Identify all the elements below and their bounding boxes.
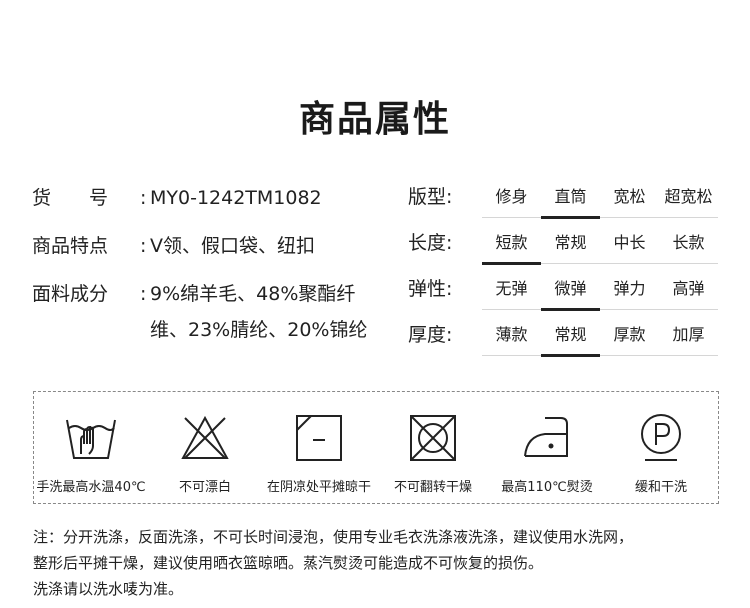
no-tumble-dry-icon [407, 414, 459, 462]
spec-label: 商品特点 [32, 235, 109, 257]
shade-dry-flat-icon [293, 414, 345, 462]
spec-label: 货 号 [32, 187, 109, 209]
spec-row-fabric: 面料成分 : 9%绵羊毛、48%聚酯纤维、23%腈纶、20%锦纶 [32, 276, 392, 348]
attr-option: 加厚 [672, 325, 705, 344]
attribute-table: 版型: 修身 直筒 宽松 超宽松 长度: 短款 常规 中长 长款 弹性: 无弹 … [408, 180, 728, 364]
care-item: 手洗最高水温40℃ [34, 392, 148, 503]
care-item: 不可翻转干燥 [376, 392, 490, 503]
page-title: 商品属性 [298, 99, 451, 140]
attr-options: 短款 常规 中长 长款 [482, 226, 718, 265]
no-bleach-icon [179, 414, 231, 462]
spec-label: 面料成分 [32, 283, 109, 305]
attr-option: 直筒 [541, 180, 600, 219]
note-line: 整形后平摊干燥，建议使用晒衣篮晾晒。蒸汽熨烫可能造成不可恢复的损伤。 [33, 554, 544, 572]
attr-option: 修身 [495, 187, 528, 206]
attr-option: 弹力 [613, 279, 646, 298]
iron-110-icon [521, 414, 573, 462]
spec-value: MY0-1242TM1082 [150, 187, 322, 209]
attr-option: 薄款 [495, 325, 528, 344]
attr-option: 常规 [554, 233, 587, 252]
attr-options: 无弹 微弹 弹力 高弹 [482, 272, 718, 311]
spec-value: 9%绵羊毛、48%聚酯纤维、23%腈纶、20%锦纶 [150, 283, 368, 341]
attr-options: 修身 直筒 宽松 超宽松 [482, 180, 718, 219]
spec-row-item-number: 货 号 : MY0-1242TM1082 [32, 180, 392, 216]
attr-row-fit: 版型: 修身 直筒 宽松 超宽松 [408, 180, 728, 226]
care-label: 不可漂白 [178, 480, 231, 495]
attr-row-length: 长度: 短款 常规 中长 长款 [408, 226, 728, 272]
gentle-dry-clean-icon [635, 414, 687, 462]
spec-colon: : [140, 283, 147, 305]
attr-options: 薄款 常规 厚款 加厚 [482, 318, 718, 357]
spec-colon: : [140, 235, 147, 257]
attr-label: 版型: [408, 186, 453, 208]
attr-option: 长款 [672, 233, 705, 252]
attr-option: 中长 [613, 233, 646, 252]
attr-row-elasticity: 弹性: 无弹 微弹 弹力 高弹 [408, 272, 728, 318]
attr-option: 无弹 [495, 279, 528, 298]
note-line: 注：分开洗涤，反面洗涤，不可长时间浸泡，使用专业毛衣洗涤液洗涤，建议使用水洗网， [33, 528, 634, 546]
care-label: 不可翻转干燥 [393, 480, 472, 495]
washing-note: 注：分开洗涤，反面洗涤，不可长时间浸泡，使用专业毛衣洗涤液洗涤，建议使用水洗网，… [33, 524, 733, 602]
attr-label: 长度: [408, 232, 453, 254]
care-item: 不可漂白 [148, 392, 262, 503]
care-label: 手洗最高水温40℃ [36, 480, 146, 495]
attr-option: 厚款 [613, 325, 646, 344]
attr-option: 高弹 [672, 279, 705, 298]
attr-option: 微弹 [541, 272, 600, 311]
attr-option: 超宽松 [664, 187, 713, 206]
attr-option: 短款 [482, 226, 541, 265]
spec-value: V领、假口袋、纽扣 [150, 235, 315, 257]
attr-label: 弹性: [408, 278, 453, 300]
attr-option: 宽松 [613, 187, 646, 206]
note-line: 洗涤请以洗水唛为准。 [33, 580, 184, 598]
hand-wash-icon [65, 414, 117, 462]
attr-label: 厚度: [408, 324, 453, 346]
care-item: 最高110℃熨烫 [490, 392, 604, 503]
attr-row-thickness: 厚度: 薄款 常规 厚款 加厚 [408, 318, 728, 364]
care-label: 在阴凉处平摊晾干 [266, 480, 371, 495]
spec-row-features: 商品特点 : V领、假口袋、纽扣 [32, 228, 392, 264]
care-label: 最高110℃熨烫 [501, 480, 593, 495]
care-item: 缓和干洗 [604, 392, 718, 503]
attr-option: 常规 [541, 318, 600, 357]
care-instructions: 手洗最高水温40℃ 不可漂白 在阴凉处平摊晾干 不可翻转干燥 最高110℃熨烫 … [33, 391, 719, 504]
care-item: 在阴凉处平摊晾干 [262, 392, 376, 503]
care-label: 缓和干洗 [634, 480, 687, 495]
spec-list: 货 号 : MY0-1242TM1082 商品特点 : V领、假口袋、纽扣 面料… [32, 180, 392, 360]
spec-colon: : [140, 187, 147, 209]
